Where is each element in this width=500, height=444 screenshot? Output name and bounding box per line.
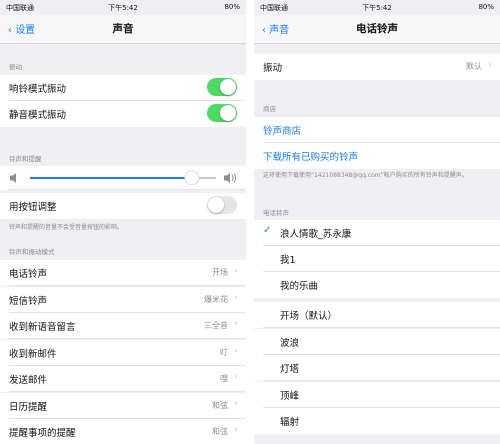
store-footnote: 这将使用下载使用“1421088348@qq.com”帐户购买的所有铃声和提醒声… [263,172,468,179]
tone-name: 开场（默认） [280,311,338,322]
tone-name: 灯塔 [280,364,300,375]
volume-slider-row [0,166,246,190]
chevron-right-icon: › [234,372,238,382]
status-bar: 中国联通 下午5:42 80% [0,0,246,15]
divider [9,189,246,190]
change-with-buttons-row: 用按钮调整 [0,193,246,219]
pattern-row[interactable]: 短信铃声 爆米花 › [0,286,246,313]
battery-level: 80% [478,3,494,11]
pattern-row[interactable]: 发送邮件 嗖 › [0,366,246,392]
nav-bar: ‹ 声音 电话铃声 [254,15,500,44]
tone-name: 辐射 [280,417,300,428]
vibration-row[interactable]: 振动 默认 › [254,54,500,80]
tone-row[interactable]: 波浪 [254,328,500,355]
pattern-row[interactable]: 日历提醒 和弦 › [0,392,246,419]
pattern-row[interactable]: 收到新邮件 叮 › [0,339,246,366]
section-header-volume: 铃声和提醒 [9,155,42,163]
speaker-low-icon [10,173,16,183]
change-with-buttons-toggle[interactable] [207,196,237,214]
row-label: 静音模式振动 [9,110,67,121]
checkmark-icon: ✓ [263,225,272,236]
speaker-high-icon [224,173,236,183]
toggle-knob [220,79,236,95]
row-value: 三全音 [204,321,228,330]
tone-name: 顶峰 [280,390,300,402]
section-header-vibrate: 振动 [9,63,22,71]
tone-row[interactable]: 我1 [254,246,500,272]
chevron-right-icon: › [234,292,238,303]
row-label: 短信铃声 [9,295,48,307]
section-header-store: 商店 [263,105,276,113]
row-label: 收到新邮件 [9,348,57,360]
row-label: 电话铃声 [9,269,48,280]
volume-slider[interactable] [0,166,246,190]
row-label: 日历提醒 [9,401,48,413]
sound-settings-screen: 中国联通 下午5:42 80% ‹ 设置 声音 振动 响铃模式振动 静音模式振动… [0,0,246,444]
ringtone-screen: 中国联通 下午5:42 80% ‹ 声音 电话铃声 振动 默认 › 商店 铃声商… [254,0,500,444]
row-label: 振动 [263,63,283,74]
chevron-right-icon: › [234,266,238,276]
tone-name: 我1 [280,255,296,266]
status-time: 下午5:42 [108,4,138,12]
chevron-right-icon: › [234,345,238,356]
section-header-patterns: 铃声和振动模式 [9,248,55,256]
row-value: 和弦 [212,427,228,436]
row-label: 用按钮调整 [9,202,57,213]
tone-row[interactable]: 顶峰 [254,381,500,408]
tone-row-selected[interactable]: ✓ 浪人情歌_苏永康 [254,220,500,246]
vibrate-on-ring-toggle[interactable] [207,78,237,96]
row-label: 提醒事项的提醒 [9,428,76,439]
download-all-row[interactable]: 下载所有已购买的铃声 [254,143,500,169]
volume-footnote: 铃声和提醒的音量不会受音量按钮的影响。 [9,224,124,231]
tone-row[interactable]: 灯塔 [254,355,500,381]
row-label: 发送邮件 [9,375,48,386]
pattern-row[interactable]: 提醒事项的提醒 和弦 › [0,419,246,444]
tone-store-link[interactable]: 铃声商店 [263,123,301,137]
tone-name: 我的乐曲 [280,281,319,292]
tone-row[interactable]: 我的乐曲 [254,272,500,298]
pattern-row[interactable]: 收到新语音留言 三全音 › [0,313,246,339]
chevron-right-icon: › [234,398,238,409]
tone-store-row[interactable]: 铃声商店 [254,117,500,143]
status-time: 下午5:42 [362,4,392,12]
tone-row[interactable]: 开场（默认） [254,302,500,328]
vibrate-on-silent-row: 静音模式振动 [0,101,246,127]
chevron-right-icon: › [488,60,492,70]
vibrate-on-silent-toggle[interactable] [207,104,237,122]
row-label: 收到新语音留言 [9,322,76,333]
pattern-row[interactable]: 电话铃声 开场 › [0,260,246,286]
battery-level: 80% [224,3,240,11]
nav-bar: ‹ 设置 声音 [0,15,246,44]
chevron-right-icon: › [234,319,238,329]
chevron-right-icon: › [234,425,238,435]
vibrate-on-ring-row: 响铃模式振动 [0,75,246,101]
section-header-tones: 电话铃声 [263,209,289,217]
row-label: 响铃模式振动 [9,84,67,95]
toggle-knob [208,197,224,213]
page-title: 电话铃声 [356,23,398,35]
tone-name: 浪人情歌_苏永康 [280,229,352,240]
row-value: 和弦 [212,400,228,410]
row-value: 叮 [220,347,228,357]
download-all-link[interactable]: 下载所有已购买的铃声 [263,149,358,163]
tone-name: 波浪 [280,337,300,349]
row-value: 默认 [466,62,482,71]
row-value: 爆米花 [204,294,228,304]
tone-row[interactable]: 辐射 [254,408,500,434]
row-value: 开场 [212,268,228,277]
row-value: 嗖 [220,374,228,383]
page-title: 声音 [112,23,134,35]
toggle-knob [220,105,236,121]
slider-knob [184,170,200,186]
status-bar: 中国联通 下午5:42 80% [254,0,500,15]
